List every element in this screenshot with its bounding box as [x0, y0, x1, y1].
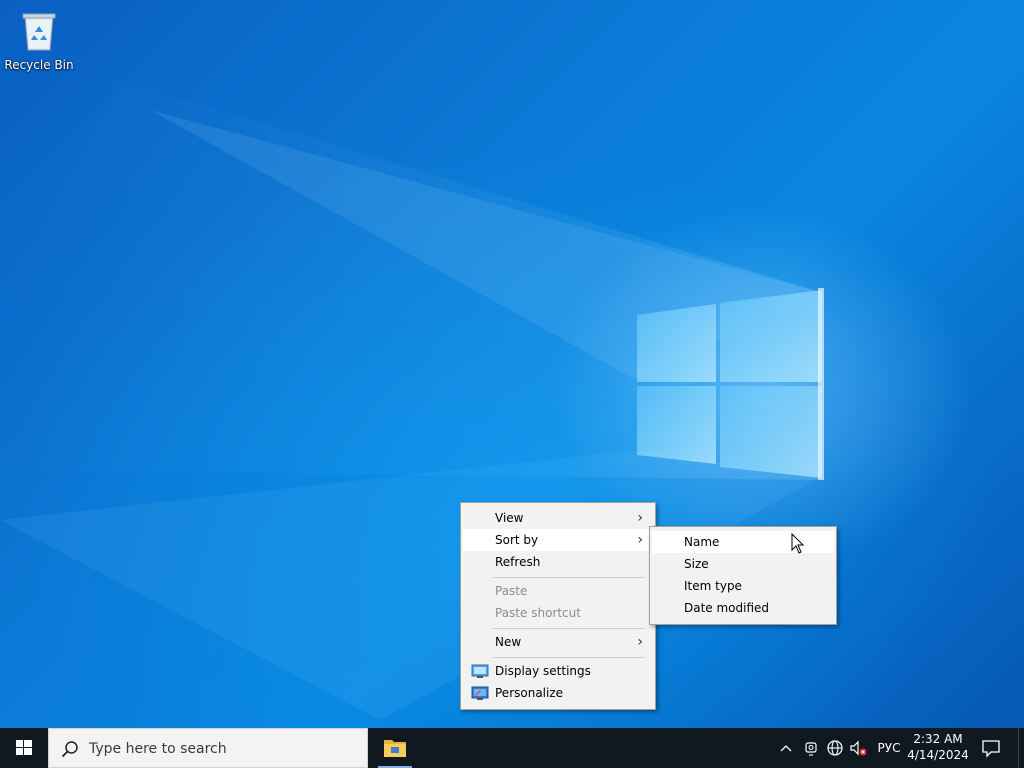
submenu-item-date-modified[interactable]: Date modified [652, 597, 834, 619]
file-explorer-icon [384, 740, 406, 757]
submenu-item-name[interactable]: Name [652, 531, 834, 553]
desktop-icon-recycle-bin[interactable]: Recycle Bin [4, 8, 74, 72]
meet-now-icon[interactable] [801, 738, 821, 758]
input-language-indicator[interactable]: РУС [872, 728, 906, 768]
menu-item-refresh[interactable]: Refresh [463, 551, 653, 573]
taskbar: Type here to search РУС 2:32 AM 4/14/202… [0, 728, 1024, 768]
menu-item-paste-shortcut[interactable]: Paste shortcut [463, 602, 653, 624]
taskbar-app-file-explorer[interactable] [374, 728, 416, 768]
menu-item-label: Sort by [495, 533, 539, 547]
menu-item-paste[interactable]: Paste [463, 580, 653, 602]
menu-item-personalize[interactable]: Personalize [463, 682, 653, 704]
mouse-cursor-icon [791, 533, 805, 554]
display-settings-icon [471, 663, 489, 679]
taskbar-search-box[interactable]: Type here to search [48, 728, 368, 768]
chevron-up-icon[interactable] [776, 738, 796, 758]
recycle-bin-icon [19, 8, 59, 52]
menu-item-label: View [495, 511, 524, 525]
menu-item-label: Paste shortcut [495, 606, 581, 620]
system-clock[interactable]: 2:32 AM 4/14/2024 [906, 731, 970, 763]
show-desktop-button[interactable] [1018, 728, 1024, 768]
start-button[interactable] [0, 728, 48, 768]
windows-logo-icon [16, 740, 32, 755]
menu-separator [493, 657, 645, 658]
chevron-right-icon: › [637, 510, 643, 526]
clock-date: 4/14/2024 [907, 748, 969, 762]
menu-item-label: Personalize [495, 686, 564, 700]
submenu-item-size[interactable]: Size [652, 553, 834, 575]
menu-item-label: Display settings [495, 664, 591, 678]
menu-item-label: Name [684, 535, 720, 549]
menu-item-label: Item type [684, 579, 742, 593]
menu-item-label: New [495, 635, 522, 649]
network-icon[interactable] [825, 738, 845, 758]
desktop[interactable]: Recycle Bin View › Sort by › Refresh Pas… [0, 0, 1024, 728]
menu-separator [493, 628, 645, 629]
action-center-icon[interactable] [980, 738, 1002, 758]
menu-item-label: Refresh [495, 555, 541, 569]
menu-item-new[interactable]: New › [463, 631, 653, 653]
menu-item-label: Date modified [684, 601, 770, 615]
sort-by-submenu: Name Size Item type Date modified [649, 526, 837, 625]
menu-separator [493, 577, 645, 578]
clock-time: 2:32 AM [913, 732, 963, 746]
menu-item-view[interactable]: View › [463, 507, 653, 529]
menu-item-sort-by[interactable]: Sort by › [463, 529, 653, 551]
personalize-icon [471, 685, 489, 701]
search-placeholder: Type here to search [89, 741, 227, 757]
volume-muted-icon[interactable] [848, 738, 868, 758]
chevron-right-icon: › [637, 532, 643, 548]
menu-item-label: Paste [495, 584, 528, 598]
search-icon [61, 741, 78, 758]
menu-item-display-settings[interactable]: Display settings [463, 660, 653, 682]
submenu-item-item-type[interactable]: Item type [652, 575, 834, 597]
desktop-icon-label: Recycle Bin [4, 58, 74, 72]
chevron-right-icon: › [637, 634, 643, 650]
menu-item-label: Size [684, 557, 709, 571]
desktop-context-menu: View › Sort by › Refresh Paste Paste sho… [460, 502, 656, 710]
